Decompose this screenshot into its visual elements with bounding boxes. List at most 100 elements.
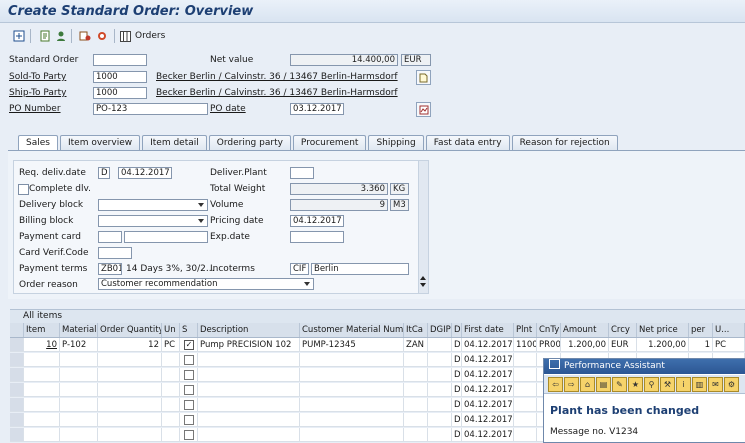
net-price-cell[interactable]: 1.200,00 [637,338,689,352]
plant-cell[interactable] [514,428,537,442]
standard-order-field[interactable] [93,54,147,66]
req-deliv-type-field[interactable]: D [98,167,110,179]
col-unit-2[interactable]: U... [713,323,745,337]
plant-cell[interactable] [514,353,537,367]
description-cell[interactable] [198,383,300,397]
header-detail-icon[interactable] [38,29,52,43]
item-number-cell[interactable]: 10 [24,338,60,352]
first-date-cell[interactable]: 04.12.2017 [462,338,514,352]
col-order-quantity[interactable]: Order Quantity [98,323,162,337]
payment-terms-code-field[interactable]: ZB01 [98,263,122,275]
d-cell[interactable]: D [452,353,462,367]
customer-material-cell[interactable]: PUMP-12345 [300,338,404,352]
col-description[interactable]: Description [198,323,300,337]
card-verif-code-field[interactable] [98,247,132,259]
po-date-label[interactable]: PO date [210,104,246,114]
tab-procurement[interactable]: Procurement [292,135,367,150]
row-selector-header[interactable] [10,323,24,337]
d-cell[interactable]: D [452,398,462,412]
material-cell[interactable] [60,383,98,397]
plant-cell[interactable] [514,413,537,427]
customer-material-cell[interactable] [300,428,404,442]
ship-to-address-link[interactable]: Becker Berlin / Calvinstr. 36 / 13467 Be… [156,88,398,98]
dgip-cell[interactable] [428,368,452,382]
mail-icon[interactable]: ✉ [708,377,723,392]
col-plant[interactable]: Plnt [514,323,537,337]
col-unit[interactable]: Un [162,323,180,337]
sold-to-address-link[interactable]: Becker Berlin / Calvinstr. 36 / 13467 Be… [156,72,398,82]
checked-checkbox[interactable]: ✓ [184,340,194,350]
d-cell[interactable]: D [452,428,462,442]
description-cell[interactable] [198,353,300,367]
ship-to-field[interactable]: 1000 [93,87,147,99]
po-document-icon[interactable] [416,102,431,117]
document-icon[interactable] [416,70,431,85]
description-cell[interactable]: Pump PRECISION 102 [198,338,300,352]
book-icon[interactable]: ▥ [692,377,707,392]
col-customer-material[interactable]: Customer Material Numb [300,323,404,337]
description-cell[interactable] [198,428,300,442]
first-date-cell[interactable]: 04.12.2017 [462,398,514,412]
row-selector[interactable] [10,353,24,367]
item-number-cell[interactable] [24,428,60,442]
incoterms-code-field[interactable]: CIF [290,263,309,275]
table-row[interactable]: 10 P-102 12 PC ✓ Pump PRECISION 102 PUMP… [10,338,745,352]
dgip-cell[interactable] [428,428,452,442]
col-s[interactable]: S [180,323,198,337]
material-cell[interactable] [60,413,98,427]
customer-material-cell[interactable] [300,383,404,397]
edit-icon[interactable]: ✎ [612,377,627,392]
search-icon[interactable]: ⚲ [644,377,659,392]
scroll-down-icon[interactable] [420,283,426,290]
itca-cell[interactable] [404,413,428,427]
s-cell[interactable] [180,353,198,367]
quantity-cell[interactable] [98,368,162,382]
home-icon[interactable]: ⌂ [580,377,595,392]
customer-material-cell[interactable] [300,398,404,412]
currency-cell[interactable]: EUR [609,338,637,352]
itca-cell[interactable] [404,428,428,442]
customer-material-cell[interactable] [300,413,404,427]
first-date-cell[interactable]: 04.12.2017 [462,368,514,382]
d-cell[interactable]: D [452,368,462,382]
bookmark-icon[interactable]: ★ [628,377,643,392]
sales-scrollbar[interactable] [418,160,429,294]
col-dgip[interactable]: DGIP [428,323,452,337]
itca-cell[interactable] [404,368,428,382]
col-item[interactable]: Item [24,323,60,337]
complete-dlv-checkbox[interactable] [18,184,29,195]
unit-cell[interactable] [162,383,180,397]
unit-cell[interactable]: PC [162,338,180,352]
print-icon[interactable]: ▤ [596,377,611,392]
col-itca[interactable]: ItCa [404,323,428,337]
req-deliv-date-field[interactable]: 04.12.2017 [118,167,172,179]
plant-cell[interactable] [514,398,537,412]
itca-cell[interactable] [404,353,428,367]
d-cell[interactable]: D [452,338,462,352]
tab-item-detail[interactable]: Item detail [142,135,207,150]
d-cell[interactable]: D [452,413,462,427]
quantity-cell[interactable] [98,398,162,412]
col-first-date[interactable]: First date [462,323,514,337]
tools-icon[interactable]: ⚒ [660,377,675,392]
orders-button[interactable]: Orders [120,28,165,44]
checkbox[interactable] [184,430,194,440]
material-cell[interactable] [60,398,98,412]
ship-to-label[interactable]: Ship-To Party [9,88,66,98]
d-cell[interactable]: D [452,383,462,397]
quantity-cell[interactable] [98,353,162,367]
col-net-price[interactable]: Net price [637,323,689,337]
dgip-cell[interactable] [428,398,452,412]
plant-cell[interactable]: 1100 [514,338,537,352]
first-date-cell[interactable]: 04.12.2017 [462,413,514,427]
item-number-cell[interactable] [24,398,60,412]
unit-cell[interactable] [162,368,180,382]
tab-item-overview[interactable]: Item overview [59,135,141,150]
item-number-cell[interactable] [24,353,60,367]
itca-cell[interactable]: ZAN [404,338,428,352]
item-number-cell[interactable] [24,413,60,427]
settings-icon[interactable]: ⚙ [724,377,739,392]
itca-cell[interactable] [404,398,428,412]
amount-cell[interactable]: 1.200,00 [561,338,609,352]
display-document-icon[interactable] [12,29,26,43]
